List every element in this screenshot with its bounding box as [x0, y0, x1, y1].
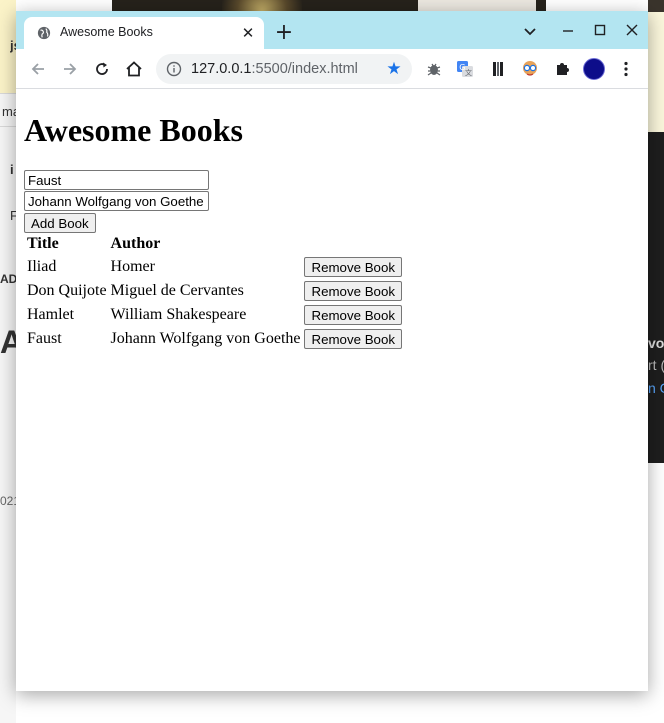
- remove-cell: Remove Book: [303, 256, 403, 278]
- close-icon[interactable]: ✕: [240, 25, 256, 41]
- more-menu-icon[interactable]: [614, 57, 638, 81]
- table-row: Iliad Homer Remove Book: [26, 256, 403, 278]
- book-author: Miguel de Cervantes: [110, 282, 244, 299]
- url-text[interactable]: 127.0.0.1:5500/index.html: [191, 61, 358, 77]
- book-author: William Shakespeare: [110, 306, 247, 323]
- title-input[interactable]: [24, 170, 209, 190]
- remove-cell: Remove Book: [303, 280, 403, 302]
- background-text: A: [0, 324, 16, 360]
- book-title: Don Quijote: [27, 282, 107, 299]
- tab-title: Awesome Books: [60, 25, 153, 39]
- home-icon[interactable]: [122, 57, 146, 81]
- back-icon[interactable]: [26, 57, 50, 81]
- globe-icon: [37, 26, 51, 40]
- background-text: rt (: [648, 357, 664, 373]
- chevron-down-icon[interactable]: [518, 21, 542, 41]
- svg-text:文: 文: [465, 68, 472, 77]
- book-title: Hamlet: [27, 306, 75, 323]
- url-path: :5500/index.html: [251, 61, 358, 77]
- url-host: 127.0.0.1: [191, 61, 252, 77]
- remove-book-button[interactable]: Remove Book: [304, 305, 402, 325]
- column-header-author: Author: [110, 235, 161, 252]
- bookmark-extension-icon[interactable]: [486, 57, 510, 81]
- book-author: Johann Wolfgang von Goethe: [110, 330, 301, 347]
- title-bar: Awesome Books ✕ +: [16, 11, 648, 49]
- tab-awesome-books[interactable]: Awesome Books ✕: [24, 17, 264, 49]
- author-input[interactable]: [24, 191, 209, 211]
- column-header-title: Title: [27, 235, 59, 252]
- info-icon[interactable]: [166, 61, 182, 77]
- glasses-extension-icon[interactable]: [518, 57, 542, 81]
- books-table: Title Author Iliad Homer Remove Book Don…: [24, 232, 405, 352]
- puzzle-extension-icon[interactable]: [550, 57, 574, 81]
- minimize-icon[interactable]: [556, 21, 580, 41]
- star-icon[interactable]: ★: [384, 59, 404, 79]
- remove-cell: Remove Book: [303, 328, 403, 350]
- table-row: Faust Johann Wolfgang von Goethe Remove …: [26, 328, 403, 350]
- book-author: Homer: [110, 258, 155, 275]
- background-window-left: js ma i F AD A 021: [0, 0, 16, 723]
- remove-book-button[interactable]: Remove Book: [304, 329, 402, 349]
- plus-icon[interactable]: +: [274, 22, 294, 44]
- table-row: Hamlet William Shakespeare Remove Book: [26, 304, 403, 326]
- background-text: 021: [0, 494, 16, 508]
- page-content: Awesome Books Add Book Title Author Ilia…: [16, 90, 648, 691]
- background-window-right: vo rt ( n G: [648, 0, 664, 463]
- background-text: ma: [2, 104, 16, 119]
- browser-toolbar: 127.0.0.1:5500/index.html ★ G文: [16, 49, 648, 89]
- background-text: vo: [648, 335, 664, 351]
- background-panel: [648, 12, 664, 132]
- bug-extension-icon[interactable]: [422, 57, 446, 81]
- close-window-icon[interactable]: [620, 21, 644, 41]
- book-title: Faust: [27, 330, 62, 347]
- reload-icon[interactable]: [90, 57, 114, 81]
- maximize-icon[interactable]: [588, 21, 612, 41]
- book-title: Iliad: [27, 258, 57, 275]
- add-book-button[interactable]: Add Book: [24, 213, 96, 233]
- background-divider: [0, 126, 16, 127]
- remove-cell: Remove Book: [303, 304, 403, 326]
- remove-book-button[interactable]: Remove Book: [304, 257, 402, 277]
- column-header-action: [303, 234, 403, 254]
- page-title: Awesome Books: [24, 112, 243, 148]
- address-bar[interactable]: 127.0.0.1:5500/index.html ★: [156, 54, 412, 84]
- remove-book-button[interactable]: Remove Book: [304, 281, 402, 301]
- browser-window: Awesome Books ✕ + 127.0.0.1:5500/index.h…: [16, 11, 648, 691]
- avatar: [583, 58, 605, 80]
- table-header-row: Title Author: [26, 234, 403, 254]
- forward-icon[interactable]: [58, 57, 82, 81]
- translate-extension-icon[interactable]: G文: [453, 57, 477, 81]
- background-text: n G: [648, 380, 664, 396]
- profile-avatar[interactable]: [582, 57, 606, 81]
- table-row: Don Quijote Miguel de Cervantes Remove B…: [26, 280, 403, 302]
- background-text: AD: [0, 272, 16, 286]
